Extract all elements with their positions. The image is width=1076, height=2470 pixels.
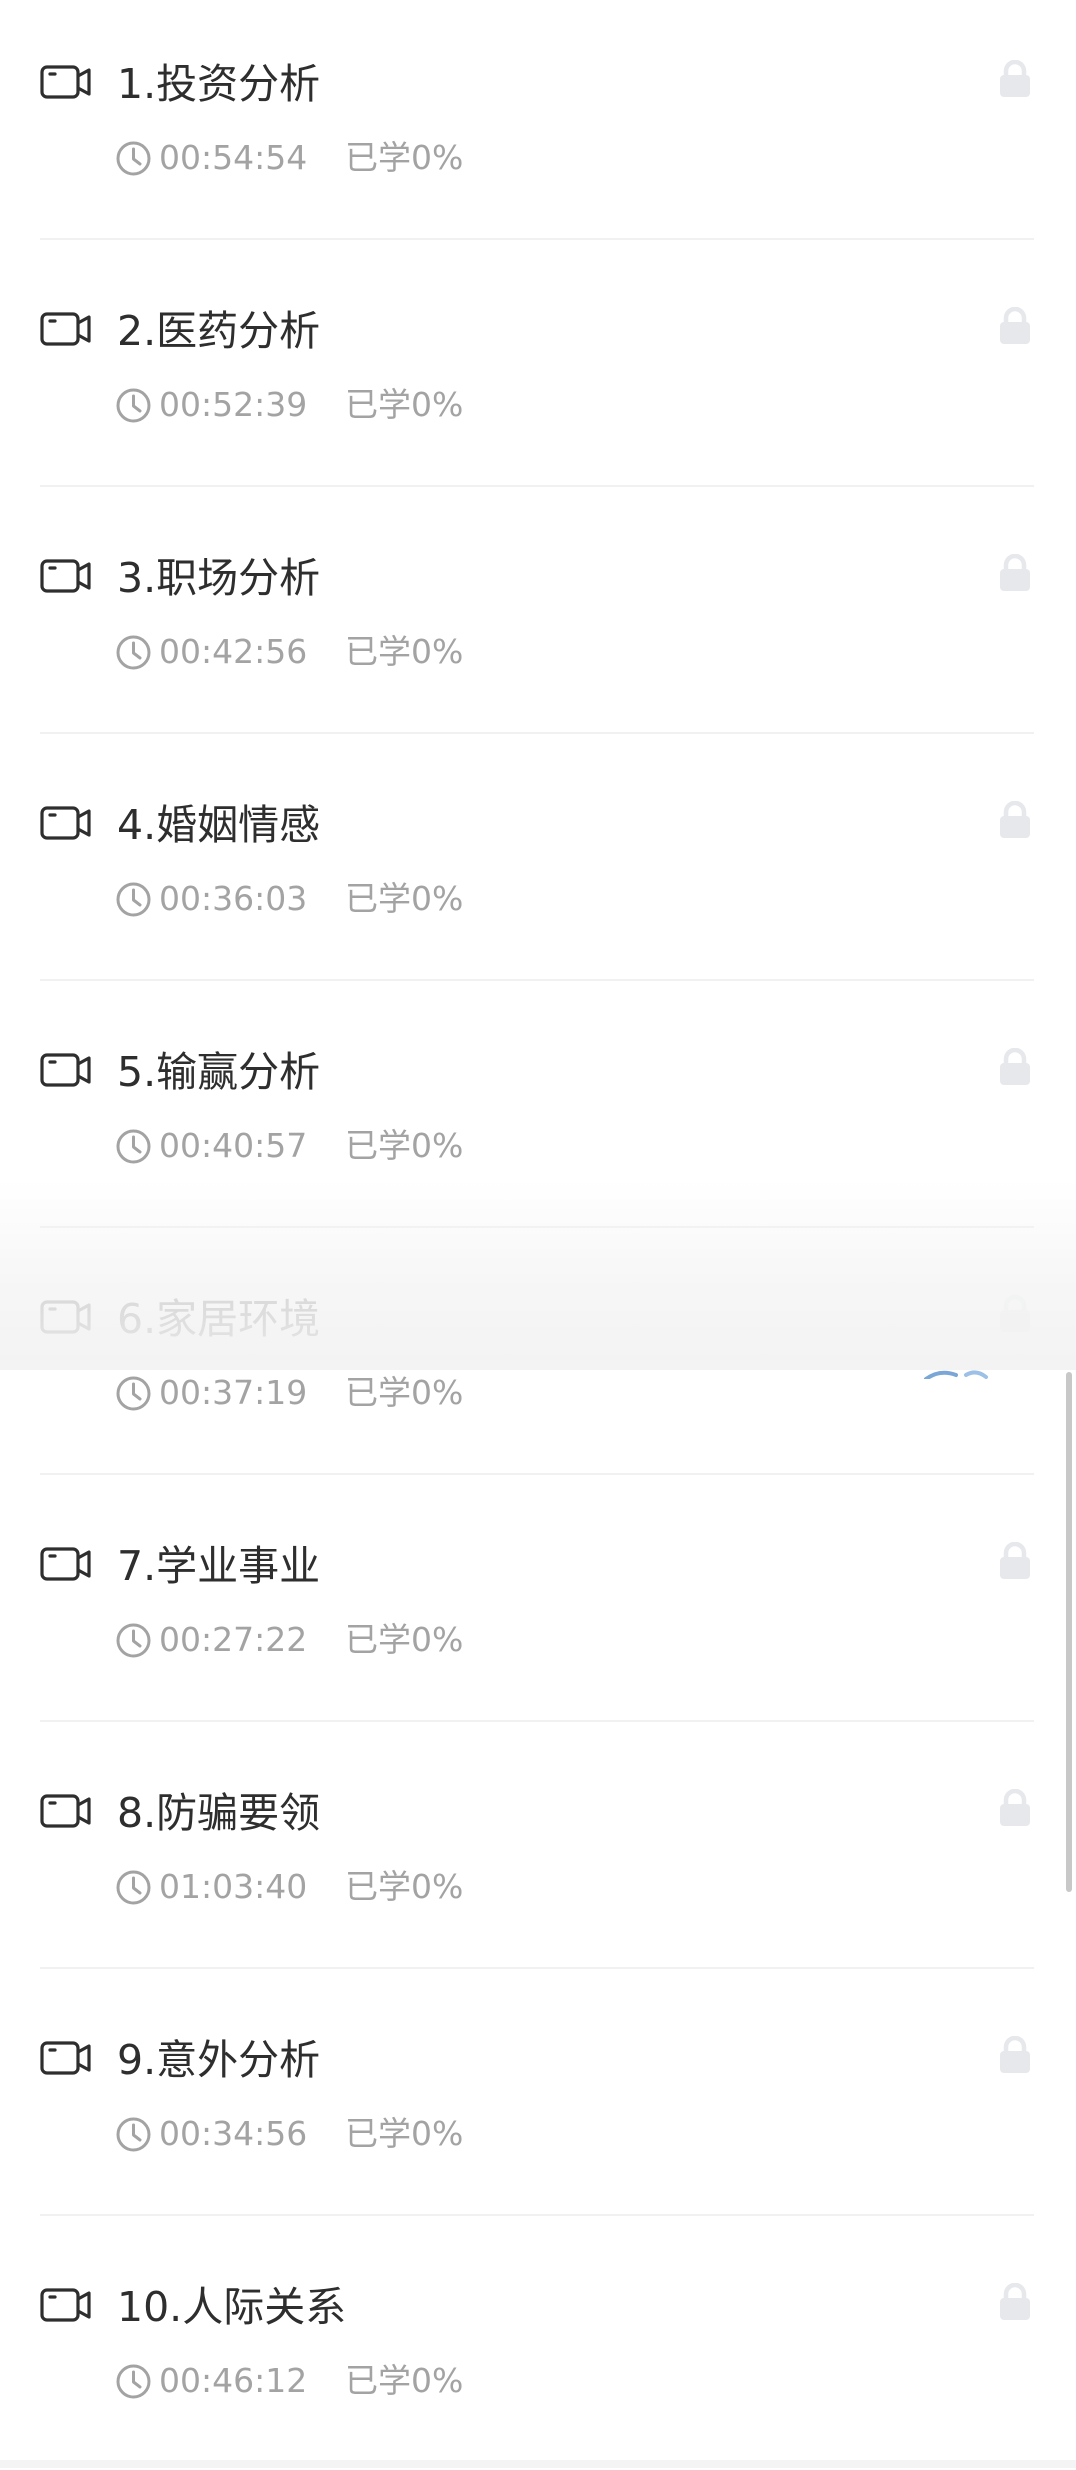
clock-icon (115, 140, 152, 177)
lesson-duration: 00:40:57 (159, 1126, 308, 1165)
video-camera-icon (40, 558, 92, 594)
divider (40, 1720, 1034, 1722)
lesson-title[interactable]: 6.家居环境 (117, 1291, 320, 1347)
divider (40, 2214, 1034, 2216)
lock-icon (998, 306, 1032, 345)
divider (40, 1473, 1034, 1475)
lesson-item[interactable]: 7.学业事业 00:27:22 已学0% (0, 1482, 1076, 1729)
lock-icon (998, 59, 1032, 98)
lesson-progress: 已学0% (345, 1620, 464, 1659)
clock-icon (115, 634, 152, 671)
lock-icon (998, 1047, 1032, 1086)
lesson-duration: 00:46:12 (159, 2361, 308, 2400)
clock-icon (115, 881, 152, 918)
bottom-strip (0, 2460, 1076, 2468)
lesson-duration: 00:27:22 (159, 1620, 308, 1659)
clock-icon (115, 1622, 152, 1659)
video-camera-icon (40, 805, 92, 841)
lesson-duration: 00:37:19 (159, 1373, 308, 1412)
lesson-item[interactable]: 1.投资分析 00:54:54 已学0% (0, 0, 1076, 247)
lesson-progress: 已学0% (345, 138, 464, 177)
lesson-item[interactable]: 8.防骗要领 01:03:40 已学0% (0, 1729, 1076, 1976)
clock-icon (115, 2363, 152, 2400)
divider (40, 485, 1034, 487)
lesson-progress: 已学0% (345, 632, 464, 671)
divider (40, 732, 1034, 734)
clock-icon (115, 1128, 152, 1165)
clock-icon (115, 1869, 152, 1906)
lesson-duration: 00:52:39 (159, 385, 308, 424)
lesson-title[interactable]: 5.输赢分析 (117, 1044, 320, 1100)
lesson-duration: 00:34:56 (159, 2114, 308, 2153)
lock-icon (998, 2282, 1032, 2321)
video-camera-icon (40, 1546, 92, 1582)
lesson-duration: 01:03:40 (159, 1867, 308, 1906)
lock-icon (998, 553, 1032, 592)
divider (40, 238, 1034, 240)
lesson-title[interactable]: 8.防骗要领 (117, 1785, 320, 1841)
lesson-item[interactable]: 3.职场分析 00:42:56 已学0% (0, 494, 1076, 741)
lesson-title[interactable]: 9.意外分析 (117, 2032, 320, 2088)
clock-icon (115, 387, 152, 424)
lesson-progress: 已学0% (345, 385, 464, 424)
scrollbar[interactable] (1066, 1372, 1072, 1892)
lesson-item[interactable]: 4.婚姻情感 00:36:03 已学0% (0, 741, 1076, 988)
divider (40, 1226, 1034, 1228)
lesson-title[interactable]: 10.人际关系 (117, 2279, 346, 2335)
lesson-item[interactable]: 6.家居环境 00:37:19 已学0% (0, 1235, 1076, 1482)
lock-icon (998, 2035, 1032, 2074)
video-camera-icon (40, 64, 92, 100)
partial-floating-icon (920, 1364, 1000, 1381)
video-camera-icon (40, 2040, 92, 2076)
lesson-title[interactable]: 4.婚姻情感 (117, 797, 320, 853)
lesson-duration: 00:42:56 (159, 632, 308, 671)
lesson-title[interactable]: 3.职场分析 (117, 550, 320, 606)
clock-icon (115, 2116, 152, 2153)
lesson-duration: 00:54:54 (159, 138, 308, 177)
lesson-item[interactable]: 5.输赢分析 00:40:57 已学0% (0, 988, 1076, 1235)
video-camera-icon (40, 1299, 92, 1335)
lesson-progress: 已学0% (345, 1867, 464, 1906)
clock-icon (115, 1375, 152, 1412)
lock-icon (998, 800, 1032, 839)
lesson-item[interactable]: 9.意外分析 00:34:56 已学0% (0, 1976, 1076, 2223)
lesson-progress: 已学0% (345, 1126, 464, 1165)
divider (40, 979, 1034, 981)
video-camera-icon (40, 1052, 92, 1088)
video-camera-icon (40, 2287, 92, 2323)
lesson-progress: 已学0% (345, 879, 464, 918)
video-camera-icon (40, 1793, 92, 1829)
lesson-title[interactable]: 1.投资分析 (117, 56, 320, 112)
lesson-item[interactable]: 10.人际关系 00:46:12 已学0% (0, 2223, 1076, 2470)
lesson-duration: 00:36:03 (159, 879, 308, 918)
lesson-title[interactable]: 7.学业事业 (117, 1538, 320, 1594)
divider (40, 1967, 1034, 1969)
lesson-progress: 已学0% (345, 2361, 464, 2400)
lock-icon (998, 1788, 1032, 1827)
lesson-title[interactable]: 2.医药分析 (117, 303, 320, 359)
lesson-progress: 已学0% (345, 2114, 464, 2153)
lock-icon (998, 1294, 1032, 1333)
lock-icon (998, 1541, 1032, 1580)
video-camera-icon (40, 311, 92, 347)
lesson-progress: 已学0% (345, 1373, 464, 1412)
lesson-item[interactable]: 2.医药分析 00:52:39 已学0% (0, 247, 1076, 494)
